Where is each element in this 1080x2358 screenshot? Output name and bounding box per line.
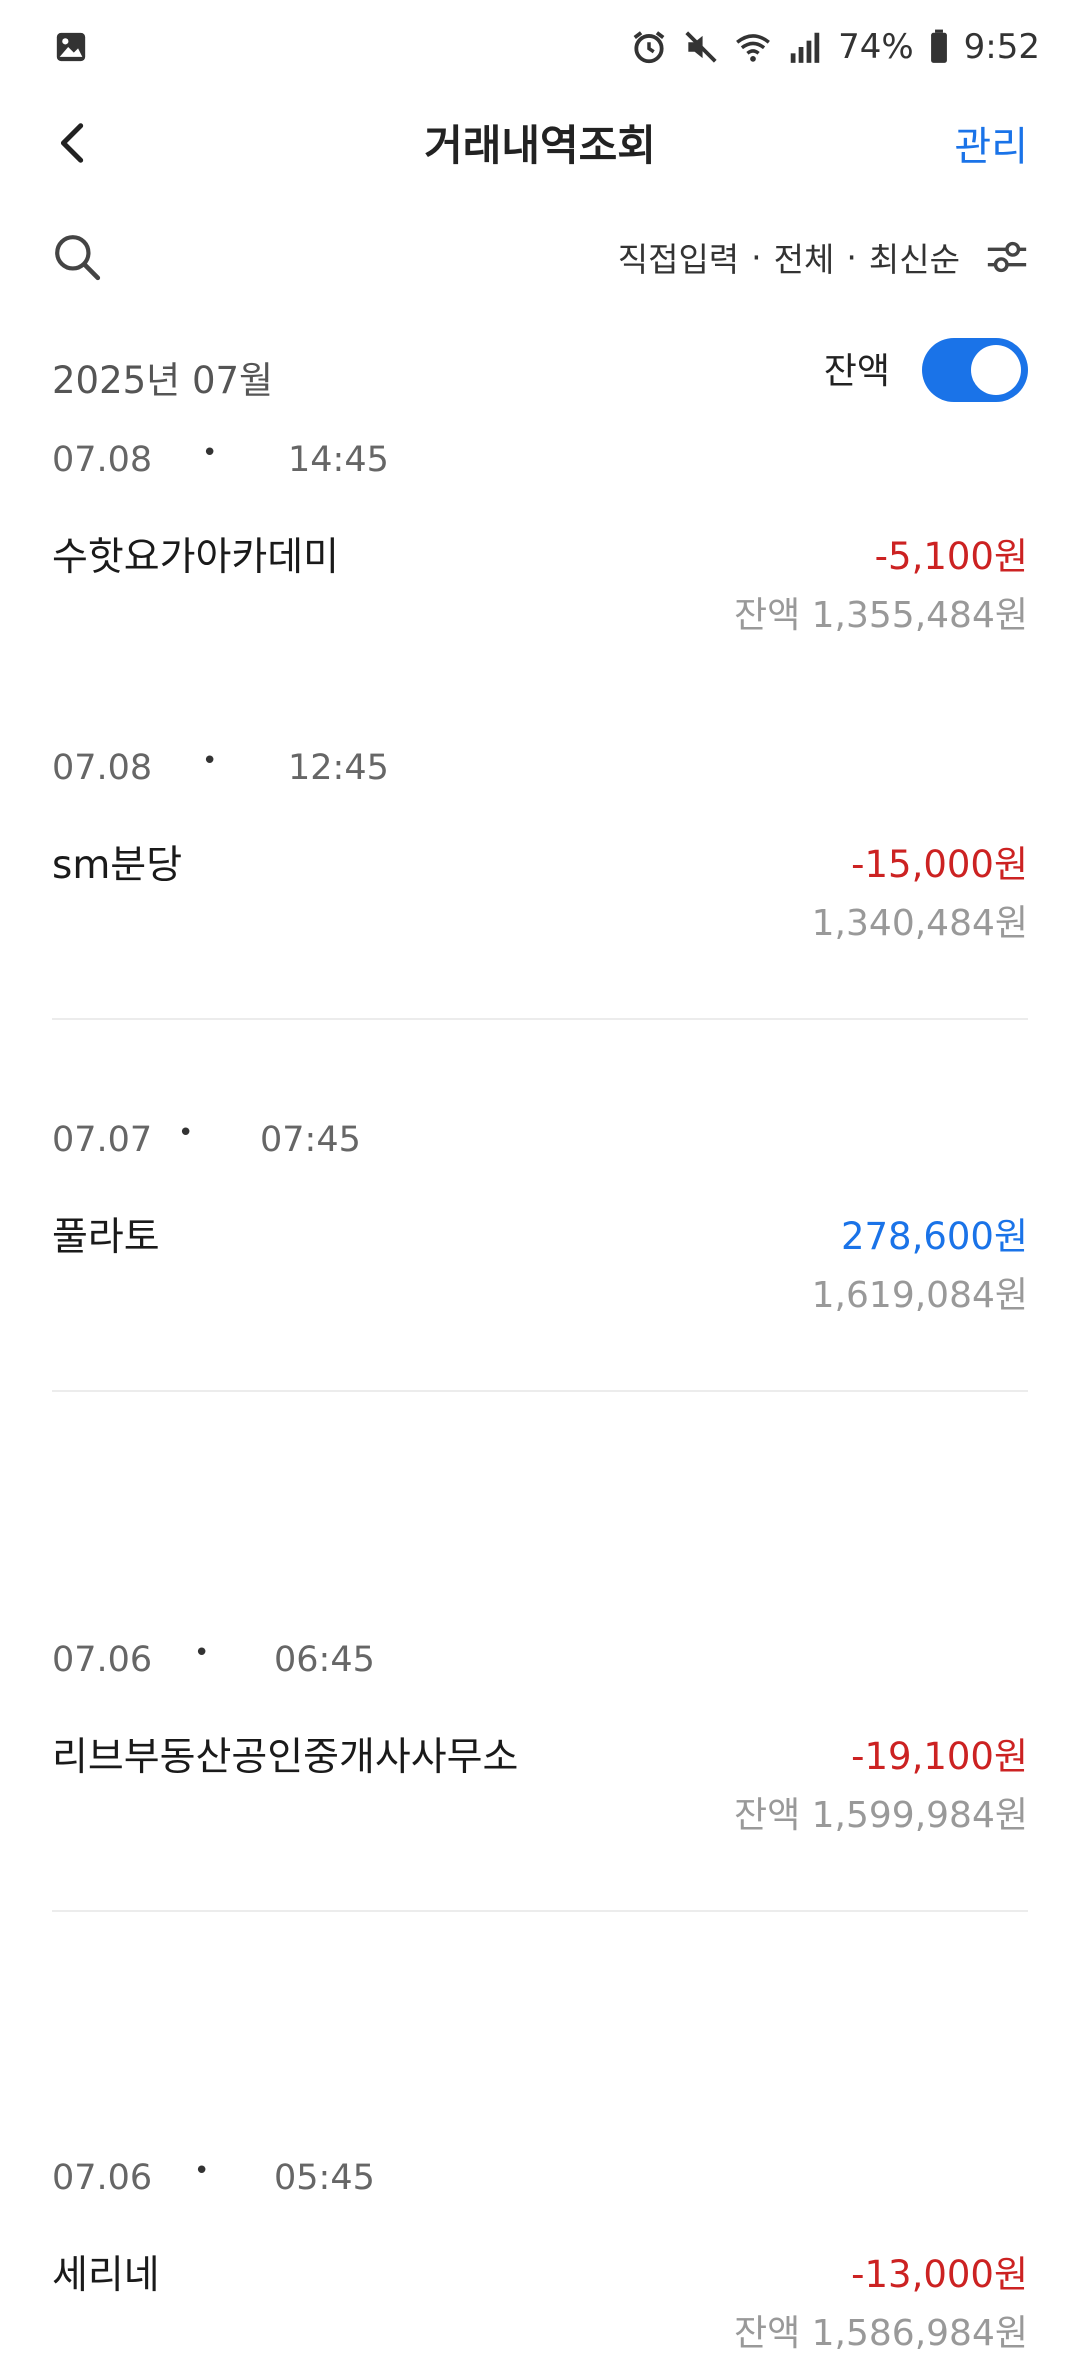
tx-merchant: 리브부동산공인중개사사무소: [52, 1735, 519, 1780]
tx-merchant: 풀라토: [52, 1215, 160, 1260]
transaction-item[interactable]: 07.08 • 14:45 수핫요가아카데미 -5,100원 잔액 1,355,…: [0, 440, 1080, 640]
tx-amount: -15,000원: [851, 843, 1028, 886]
tx-dot: •: [202, 746, 218, 776]
month-label: 2025년 07월: [52, 359, 274, 402]
tx-amount: -19,100원: [851, 1735, 1028, 1778]
tx-time: 14:45: [288, 440, 389, 480]
tx-merchant: 수핫요가아카데미: [52, 535, 340, 580]
tx-time: 06:45: [274, 1640, 375, 1680]
filter-sliders-icon: [987, 241, 1027, 273]
transaction-item[interactable]: 07.08 • 12:45 sm분당 -15,000원 1,340,484원: [0, 748, 1080, 948]
tx-time: 07:45: [260, 1120, 361, 1160]
tx-merchant: 세리네: [52, 2253, 160, 2298]
tx-amount: -5,100원: [874, 535, 1028, 578]
tx-dot: •: [202, 438, 218, 468]
tx-balance: 잔액 1,586,984원: [733, 2313, 1028, 2354]
battery-icon: [930, 29, 947, 63]
filter-summary-button[interactable]: 직접입력 · 전체 · 최신순: [618, 232, 1030, 282]
signal-icon: [790, 32, 820, 63]
balance-toggle-label: 잔액: [823, 351, 890, 392]
tx-balance: 1,340,484원: [811, 903, 1028, 944]
mute-icon: [685, 31, 717, 63]
transaction-item[interactable]: 07.06 • 05:45 세리네 -13,000원 잔액 1,586,984원: [0, 2158, 1080, 2358]
filter-sort: 최신순: [868, 240, 960, 279]
tx-amount: -13,000원: [851, 2253, 1028, 2296]
battery-percent: 74%: [838, 27, 914, 67]
divider: [52, 1018, 1028, 1020]
toggle-knob: [971, 345, 1021, 395]
status-bar: 74% 9:52: [0, 0, 1080, 92]
wifi-icon: [736, 34, 770, 62]
tx-balance: 잔액 1,599,984원: [733, 1795, 1028, 1836]
status-icons: 74% 9:52: [630, 22, 1040, 72]
tx-amount: 278,600원: [840, 1215, 1028, 1258]
filter-separator: ·: [751, 237, 762, 277]
tx-date: 07.08: [52, 748, 153, 788]
tx-time: 12:45: [288, 748, 389, 788]
transaction-item[interactable]: 07.06 • 06:45 리브부동산공인중개사사무소 -19,100원 잔액 …: [0, 1640, 1080, 1840]
tx-time: 05:45: [274, 2158, 375, 2198]
filter-separator: ·: [846, 237, 857, 277]
filter-type: 직접입력: [617, 240, 740, 279]
tx-date: 07.07: [52, 1120, 153, 1160]
page-title: 거래내역조회: [424, 121, 656, 170]
tx-date: 07.08: [52, 440, 153, 480]
tx-balance: 잔액 1,355,484원: [733, 595, 1028, 636]
gallery-icon: [56, 32, 86, 62]
tx-date: 07.06: [52, 1640, 153, 1680]
filter-range: 전체: [773, 240, 835, 279]
balance-toggle[interactable]: [922, 338, 1028, 402]
tx-merchant: sm분당: [52, 843, 183, 888]
tx-date: 07.06: [52, 2158, 153, 2198]
tx-dot: •: [178, 1118, 194, 1148]
divider: [52, 1390, 1028, 1392]
manage-button[interactable]: 관리: [954, 114, 1028, 172]
transaction-item[interactable]: 07.07 • 07:45 풀라토 278,600원 1,619,084원: [0, 1120, 1080, 1320]
clock: 9:52: [963, 27, 1040, 67]
tx-dot: •: [194, 2156, 210, 2186]
divider: [52, 1910, 1028, 1912]
alarm-icon: [633, 31, 665, 64]
tx-balance: 1,619,084원: [811, 1275, 1028, 1316]
tx-dot: •: [194, 1638, 210, 1668]
search-icon[interactable]: [52, 232, 102, 282]
